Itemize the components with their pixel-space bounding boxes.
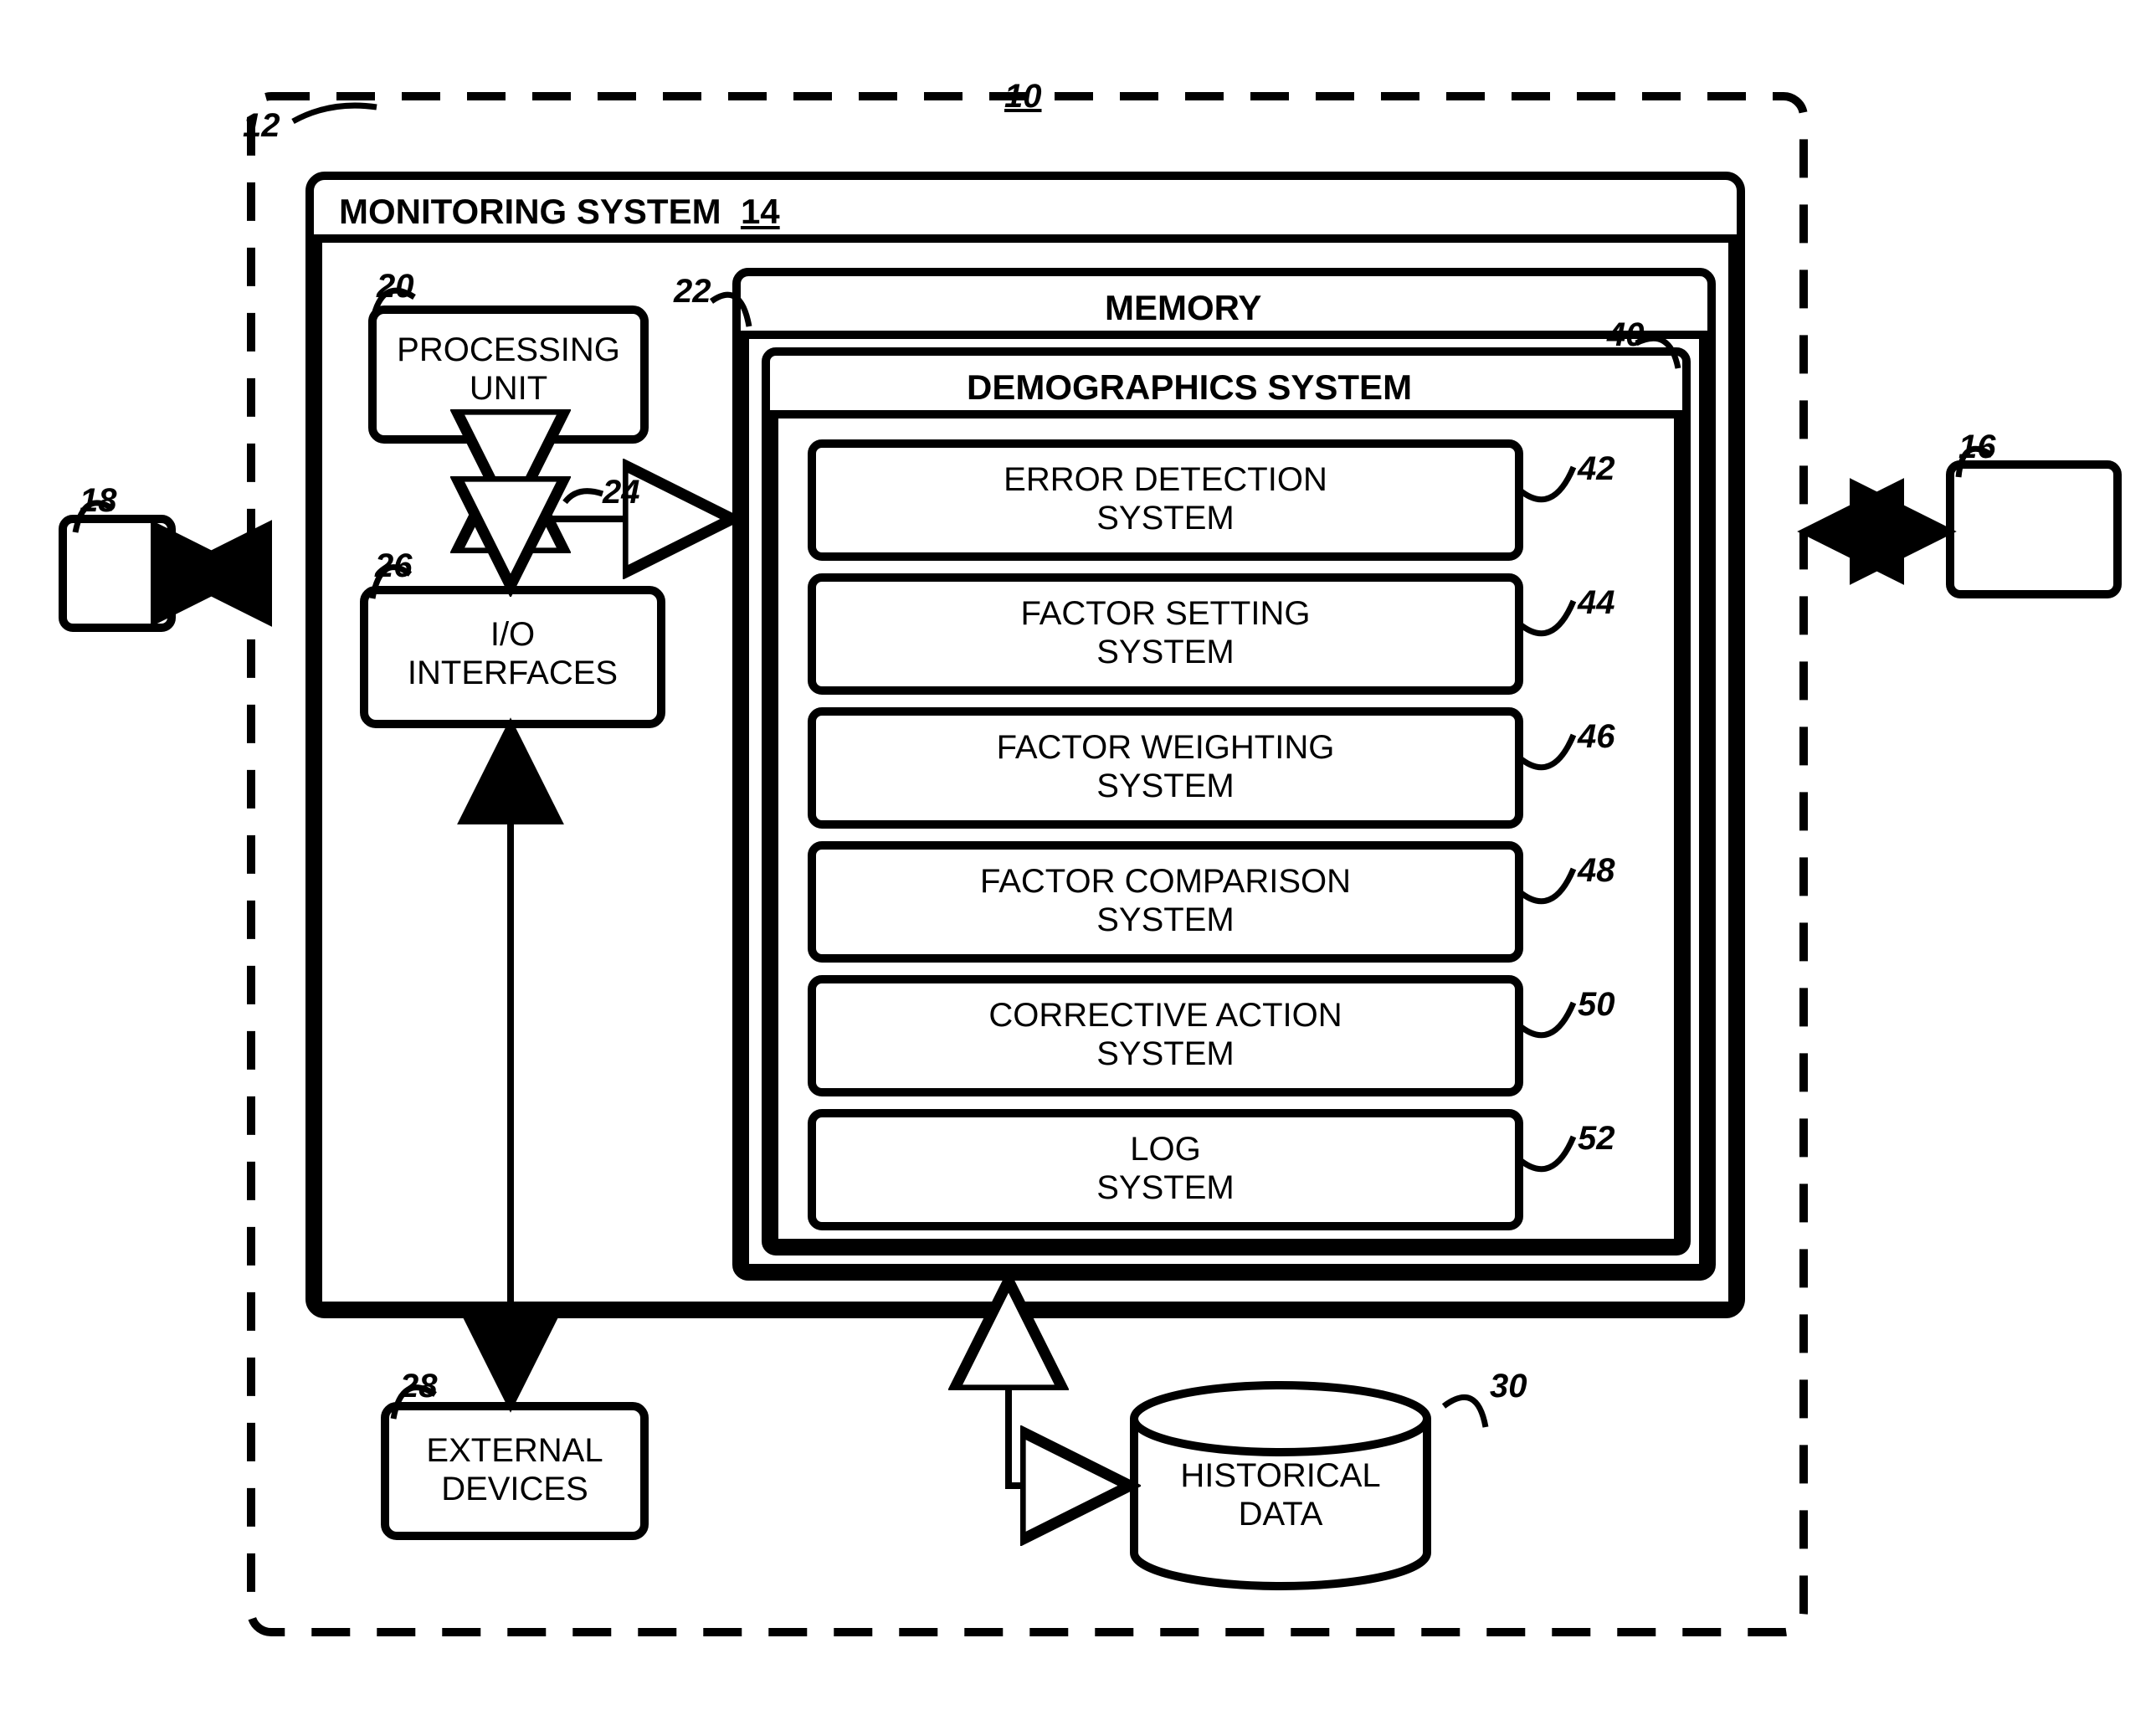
log-system-text: LOG SYSTEM <box>812 1130 1519 1207</box>
ref-40: 40 <box>1607 318 1645 352</box>
leader-46 <box>1519 735 1573 768</box>
error-detection-text: ERROR DETECTION SYSTEM <box>812 460 1519 537</box>
diagram-svg <box>0 0 2156 1710</box>
ref-52: 52 <box>1578 1122 1615 1155</box>
leader-24 <box>565 491 603 502</box>
ref-26: 26 <box>375 549 413 583</box>
leader-44 <box>1519 601 1573 634</box>
io-interfaces-text: I/O INTERFACES <box>364 615 661 692</box>
ref-22: 22 <box>674 275 711 308</box>
factor-setting-text: FACTOR SETTING SYSTEM <box>812 594 1519 671</box>
leader-42 <box>1519 467 1573 500</box>
external-right-box <box>1950 465 2118 594</box>
processing-unit-text: PROCESSING UNIT <box>372 331 644 408</box>
ref-28: 28 <box>400 1369 438 1403</box>
ref-20: 20 <box>377 270 414 303</box>
leader-22 <box>711 295 749 326</box>
ref-10: 10 <box>1004 80 1042 113</box>
corrective-action-text: CORRECTIVE ACTION SYSTEM <box>812 996 1519 1073</box>
leader-30 <box>1444 1397 1486 1427</box>
ref-42: 42 <box>1578 452 1615 485</box>
leader-52 <box>1519 1137 1573 1169</box>
memory-title: MEMORY <box>1105 290 1261 326</box>
ref-14: 14 <box>741 192 780 231</box>
ref-16: 16 <box>1958 430 1996 464</box>
ref-46: 46 <box>1578 720 1615 753</box>
external-devices-text: EXTERNAL DEVICES <box>385 1431 644 1508</box>
ref-44: 44 <box>1578 586 1615 619</box>
ref-50: 50 <box>1578 988 1615 1021</box>
ref-30: 30 <box>1490 1369 1527 1403</box>
ref-12: 12 <box>243 109 280 142</box>
monitoring-title: MONITORING SYSTEM <box>339 192 721 231</box>
ref-18: 18 <box>80 484 117 517</box>
factor-weighting-text: FACTOR WEIGHTING SYSTEM <box>812 728 1519 805</box>
ref-48: 48 <box>1578 854 1615 887</box>
external-left-box <box>63 519 172 628</box>
demographics-title: DEMOGRAPHICS SYSTEM <box>967 370 1412 405</box>
ref-24: 24 <box>603 475 640 509</box>
factor-comparison-text: FACTOR COMPARISON SYSTEM <box>812 862 1519 939</box>
historical-data-text: HISTORICAL DATA <box>1134 1456 1427 1533</box>
leader-48 <box>1519 869 1573 901</box>
diagram-stage: 10 12 20 22 24 26 28 18 16 30 40 42 44 4… <box>0 0 2156 1710</box>
leader-50 <box>1519 1003 1573 1035</box>
leader-12 <box>293 105 377 121</box>
